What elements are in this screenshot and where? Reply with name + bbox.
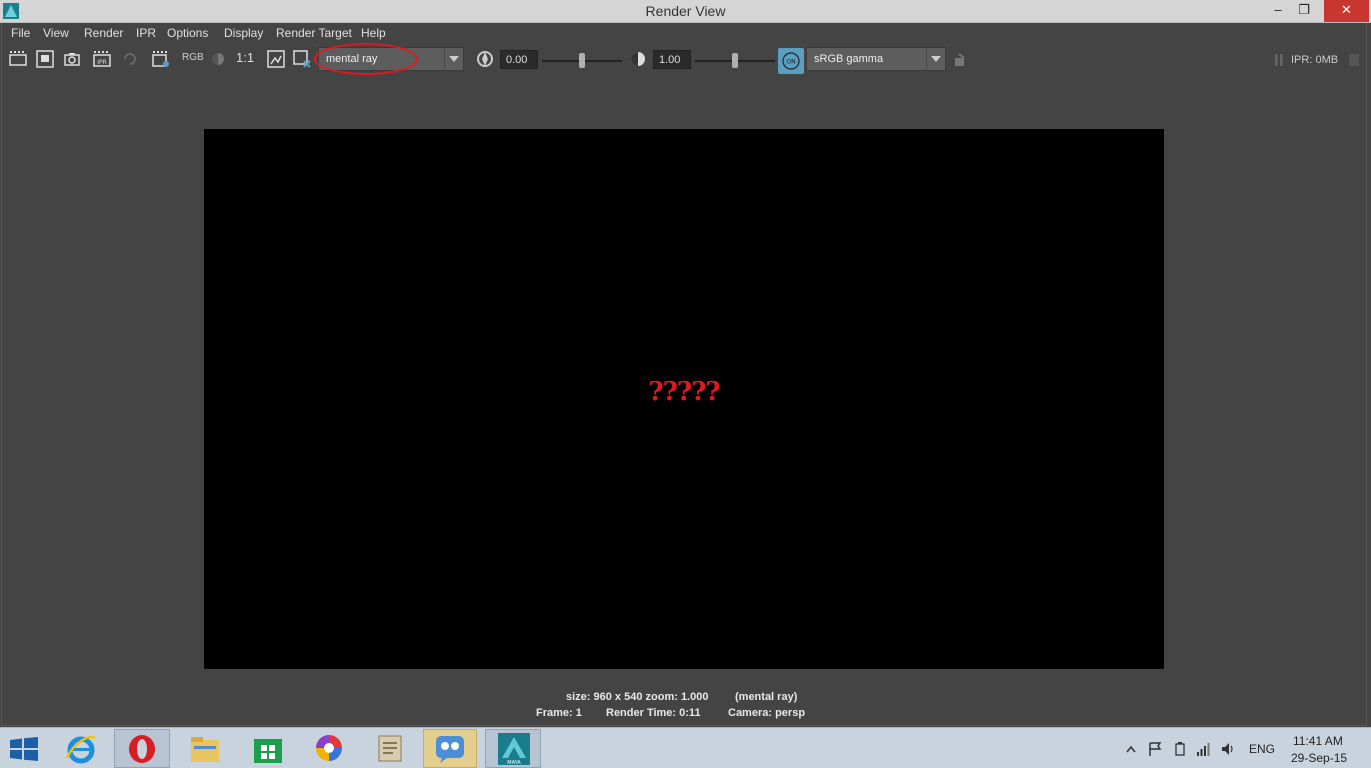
alpha-channel-icon[interactable] [208, 49, 228, 69]
menu-ipr[interactable]: IPR [136, 26, 156, 40]
taskbar-opera[interactable] [114, 729, 170, 768]
size-zoom-text: size: 960 x 540 zoom: 1.000 [566, 691, 709, 703]
render-viewport[interactable]: ????? [2, 75, 1366, 675]
clock-date[interactable]: 29-Sep-15 [1291, 751, 1347, 765]
ipr-memory-label: IPR: 0MB [1291, 54, 1339, 66]
signal-icon[interactable] [1196, 742, 1210, 756]
battery-icon[interactable] [1173, 742, 1187, 756]
refresh-ipr-icon [124, 53, 136, 65]
menu-view[interactable]: View [43, 26, 69, 40]
camera-text: Camera: persp [728, 707, 806, 719]
color-app-icon[interactable] [313, 732, 345, 764]
title-bar: Render View – ❐ ✕ [0, 0, 1371, 23]
stop-button[interactable] [1349, 54, 1359, 66]
close-button[interactable]: ✕ [1324, 0, 1369, 22]
redo-render-icon[interactable] [8, 49, 28, 69]
svg-text:IPR: IPR [97, 59, 107, 66]
minimize-button[interactable]: – [1264, 0, 1292, 22]
taskbar-maya[interactable]: MAYA [485, 729, 541, 768]
svg-text:ON: ON [786, 59, 795, 66]
menu-help[interactable]: Help [361, 26, 386, 40]
opera-icon [129, 735, 155, 763]
windows-store-icon[interactable] [253, 734, 283, 764]
question-marks-annotation: ????? [648, 377, 720, 407]
notes-app-icon[interactable] [374, 732, 406, 764]
render-info-status: size: 960 x 540 zoom: 1.000 (mental ray)… [2, 687, 1366, 725]
gamma-field[interactable]: 1.00 [653, 50, 691, 69]
render-view-window: File View Render IPR Options Display Ren… [1, 23, 1367, 726]
menu-options[interactable]: Options [167, 26, 208, 40]
chevron-down-icon [931, 56, 941, 62]
render-region-icon[interactable] [35, 49, 55, 69]
render-settings-icon[interactable] [151, 49, 171, 69]
exposure-slider-thumb[interactable] [579, 53, 585, 68]
menu-bar: File View Render IPR Options Display Ren… [2, 23, 1366, 44]
remove-image-icon[interactable] [292, 49, 312, 69]
chevron-down-icon [449, 56, 459, 62]
render-time-text: Render Time: 0:11 [606, 707, 701, 719]
language-indicator[interactable]: ENG [1249, 742, 1275, 756]
clock-time[interactable]: 11:41 AM [1293, 734, 1343, 748]
action-center-flag-icon[interactable] [1148, 742, 1162, 756]
keep-image-icon[interactable] [266, 49, 286, 69]
maya-icon: MAYA [498, 733, 530, 766]
taskbar-people-app[interactable] [423, 729, 477, 768]
view-transform-dropdown[interactable]: sRGB gamma [806, 47, 946, 71]
real-size-label[interactable]: 1:1 [236, 50, 254, 65]
menu-file[interactable]: File [11, 26, 30, 40]
color-management-toggle[interactable]: ON [778, 48, 804, 74]
gamma-slider-thumb[interactable] [732, 53, 738, 68]
window-title: Render View [645, 3, 726, 19]
snapshot-camera-icon[interactable] [62, 49, 82, 69]
windows-taskbar: MAYA ENG 11:41 AM 29-Sep-15 [0, 727, 1371, 768]
restore-button[interactable]: ❐ [1290, 0, 1318, 22]
exposure-aperture-icon[interactable] [475, 49, 495, 69]
internet-explorer-icon[interactable] [64, 732, 98, 766]
rendered-image[interactable]: ????? [204, 129, 1164, 669]
gamma-icon[interactable] [628, 49, 648, 69]
people-app-icon [436, 736, 464, 763]
highlight-annotation [314, 43, 418, 75]
volume-icon[interactable] [1221, 742, 1235, 756]
settings-stamp-icon[interactable] [952, 52, 968, 68]
pause-ipr-icon[interactable] [1274, 54, 1284, 66]
ipr-render-icon[interactable]: IPR [92, 49, 112, 69]
menu-render-target[interactable]: Render Target [276, 26, 352, 40]
rgb-channel-label[interactable]: RGB [182, 52, 204, 63]
tray-expand-icon[interactable] [1126, 745, 1136, 753]
exposure-field[interactable]: 0.00 [500, 50, 538, 69]
file-explorer-icon[interactable] [189, 734, 221, 764]
windows-start-icon[interactable] [10, 737, 38, 761]
menu-render[interactable]: Render [84, 26, 123, 40]
frame-text: Frame: 1 [536, 707, 582, 719]
render-toolbar: IPR RGB 1:1 mental ray 0.00 1.00 [2, 44, 1366, 74]
menu-display[interactable]: Display [224, 26, 263, 40]
renderer-status-text: (mental ray) [735, 691, 798, 703]
svg-text:MAYA: MAYA [507, 760, 521, 766]
view-transform-selected: sRGB gamma [814, 53, 884, 65]
color-management-icon: ON [782, 52, 800, 70]
